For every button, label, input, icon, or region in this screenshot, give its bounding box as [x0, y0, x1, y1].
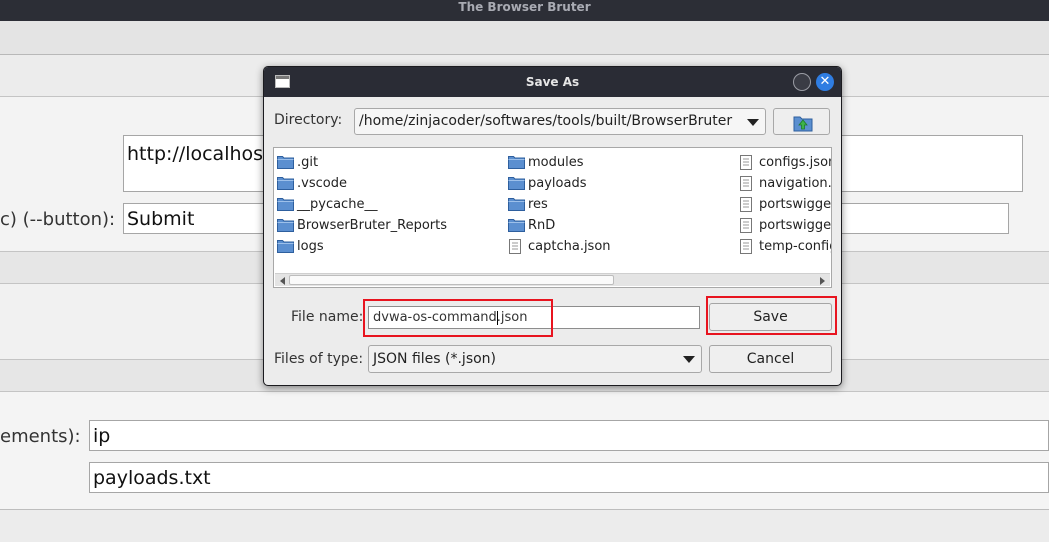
- folder-icon: [508, 176, 525, 193]
- file-icon: [739, 197, 753, 214]
- folder-icon: [277, 155, 294, 172]
- save-highlight-box: [706, 296, 837, 335]
- folder-icon: [508, 155, 525, 172]
- scrollbar-thumb[interactable]: [289, 275, 614, 285]
- file-item-label: RnD: [528, 218, 556, 233]
- cancel-button[interactable]: Cancel: [709, 345, 832, 373]
- file-icon: [739, 239, 753, 256]
- elements-field-label: ements):: [0, 426, 81, 447]
- close-icon: ✕: [819, 74, 831, 89]
- directory-label: Directory:: [274, 112, 343, 128]
- folder-up-icon: [793, 116, 813, 132]
- section-band: [0, 510, 1049, 542]
- file-item-label: portswigge: [759, 218, 831, 233]
- scroll-right-icon[interactable]: [820, 277, 825, 285]
- file-icon: [739, 218, 753, 235]
- file-item[interactable]: navigation.: [739, 174, 831, 193]
- folder-item[interactable]: res: [508, 195, 708, 214]
- filename-label: File name:: [291, 309, 364, 325]
- folder-item[interactable]: __pycache__: [277, 195, 477, 214]
- folder-icon: [277, 176, 294, 193]
- file-item-label: temp-config: [759, 239, 831, 254]
- close-button[interactable]: ✕: [816, 73, 834, 91]
- folder-icon: [277, 218, 294, 235]
- file-list[interactable]: .git .vscode __pycache__ BrowserBruter_Repo…: [273, 147, 832, 288]
- file-item-label: .git: [297, 155, 319, 170]
- directory-value: /home/zinjacoder/softwares/tools/built/B…: [359, 113, 733, 129]
- file-item-label: navigation.: [759, 176, 831, 191]
- folder-item[interactable]: BrowserBruter_Reports: [277, 216, 477, 235]
- parent-directory-button[interactable]: [773, 108, 830, 135]
- form-section-elements: ements): ip payloads.txt: [0, 392, 1049, 510]
- window-title-bar: The Browser Bruter: [0, 0, 1049, 21]
- folder-icon: [277, 239, 294, 256]
- window-title: The Browser Bruter: [458, 0, 591, 14]
- file-item-label: portswigge: [759, 197, 831, 212]
- file-item-label: __pycache__: [297, 197, 378, 212]
- cancel-button-label: Cancel: [746, 351, 795, 367]
- toolbar-band: [0, 21, 1049, 55]
- file-item-label: BrowserBruter_Reports: [297, 218, 447, 233]
- file-item[interactable]: portswigge: [739, 216, 831, 235]
- file-item[interactable]: temp-config: [739, 237, 831, 256]
- folder-item[interactable]: RnD: [508, 216, 708, 235]
- file-item-label: logs: [297, 239, 324, 254]
- file-item[interactable]: configs.json: [739, 153, 831, 172]
- folder-item[interactable]: modules: [508, 153, 708, 172]
- horizontal-scrollbar[interactable]: [275, 273, 830, 286]
- elements-input[interactable]: ip: [89, 420, 1049, 451]
- filetype-label: Files of type:: [274, 351, 364, 367]
- folder-item[interactable]: .vscode: [277, 174, 477, 193]
- chevron-down-icon: [747, 119, 759, 126]
- file-item-label: modules: [528, 155, 584, 170]
- file-item-label: configs.json: [759, 155, 831, 170]
- file-item-label: payloads: [528, 176, 587, 191]
- file-item-label: captcha.json: [528, 239, 611, 254]
- file-item-label: .vscode: [297, 176, 347, 191]
- folder-icon: [508, 218, 525, 235]
- filetype-combo[interactable]: JSON files (*.json): [368, 345, 702, 373]
- dialog-title: Save As: [525, 75, 580, 89]
- folder-icon: [277, 197, 294, 214]
- file-icon: [739, 176, 753, 193]
- file-icon: [739, 155, 753, 172]
- button-field-label: c) (--button):: [0, 209, 116, 230]
- folder-icon: [508, 197, 525, 214]
- filename-highlight-box: [363, 299, 553, 337]
- folder-item[interactable]: .git: [277, 153, 477, 172]
- chevron-down-icon: [683, 356, 695, 363]
- file-item[interactable]: portswigge: [739, 195, 831, 214]
- folder-item[interactable]: logs: [277, 237, 477, 256]
- scroll-left-icon[interactable]: [280, 277, 285, 285]
- directory-combo[interactable]: /home/zinjacoder/softwares/tools/built/B…: [354, 108, 766, 135]
- payloads-input[interactable]: payloads.txt: [89, 462, 1049, 493]
- folder-item[interactable]: payloads: [508, 174, 708, 193]
- file-item[interactable]: captcha.json: [508, 237, 708, 256]
- file-item-label: res: [528, 197, 548, 212]
- filetype-value: JSON files (*.json): [373, 351, 497, 367]
- save-as-dialog: Save As ✕ Directory: /home/zinjacoder/so…: [263, 66, 842, 386]
- dialog-title-bar[interactable]: Save As ✕: [264, 67, 841, 97]
- file-icon: [508, 239, 522, 256]
- minimize-button[interactable]: [793, 73, 811, 91]
